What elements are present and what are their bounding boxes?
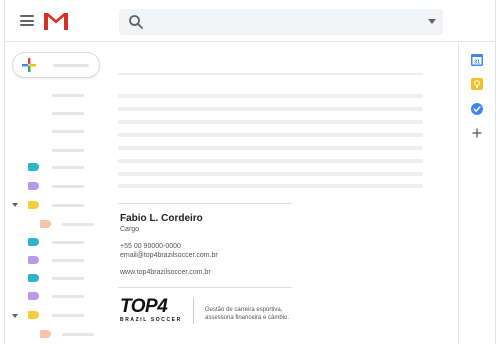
compose-button[interactable]	[12, 52, 100, 78]
sidebar-label-item[interactable]	[52, 166, 84, 169]
brand-tagline-line2: assessoria financeira e câmbio.	[205, 315, 290, 321]
sidebar-sublabel-item[interactable]	[62, 333, 94, 336]
brand-logo: TOP4 BRAZIL SOCCER	[120, 296, 182, 323]
label-tag-icon	[28, 256, 39, 264]
label-tag-icon	[40, 220, 51, 228]
sidebar-label-item[interactable]	[52, 314, 84, 317]
signature-name: Fabio L. Cordeiro	[120, 213, 203, 224]
search-options-dropdown-icon[interactable]	[428, 19, 436, 24]
brand-logo-subtext: BRAZIL SOCCER	[120, 317, 182, 323]
calendar-day-number: 31	[474, 59, 480, 65]
tasks-icon[interactable]	[471, 103, 483, 115]
side-panel-divider	[458, 42, 459, 344]
sidebar-label-item[interactable]	[52, 241, 84, 244]
body-line-placeholder	[118, 94, 423, 98]
search-icon[interactable]	[128, 14, 144, 30]
sidebar-label-item[interactable]	[52, 204, 84, 207]
signature-title: Cargo	[120, 226, 140, 233]
sidebar-sublabel-item[interactable]	[62, 223, 94, 226]
sidebar-label-item[interactable]	[52, 295, 84, 298]
body-line-placeholder	[118, 184, 423, 188]
brand-tagline-line1: Gestão de carreira esportiva,	[205, 307, 283, 313]
brand-separator	[193, 298, 194, 324]
signature-divider-top	[118, 203, 292, 204]
body-line-placeholder	[118, 172, 423, 176]
signature-email[interactable]: email@top4brazilsoccer.com.br	[120, 252, 218, 259]
signature-phone: +55 00 90000-0000	[120, 243, 181, 250]
body-line-placeholder	[118, 146, 423, 150]
search-input[interactable]	[151, 13, 405, 33]
signature-website[interactable]: www.top4brazilsoccer.com.br	[120, 269, 211, 276]
label-tag-icon	[28, 274, 39, 282]
sidebar-item-1[interactable]	[52, 94, 84, 97]
sidebar-label-item[interactable]	[52, 277, 84, 280]
signature-divider-bottom	[118, 287, 292, 288]
sidebar-label-item[interactable]	[52, 185, 84, 188]
brand-logo-text: TOP4	[120, 296, 168, 317]
label-tag-icon	[28, 182, 39, 190]
label-tag-icon	[28, 238, 39, 246]
label-tag-icon	[28, 292, 39, 300]
subject-line-placeholder	[118, 73, 423, 75]
compose-plus-icon	[22, 58, 36, 72]
sidebar-item-3[interactable]	[52, 130, 84, 133]
gmail-logo-icon[interactable]	[44, 13, 68, 30]
expand-caret-icon[interactable]	[12, 203, 18, 207]
sidebar-item-2[interactable]	[52, 112, 84, 115]
expand-caret-icon[interactable]	[12, 314, 18, 318]
calendar-icon[interactable]: 31	[471, 54, 483, 66]
label-tag-icon	[28, 163, 39, 171]
compose-label-placeholder	[53, 64, 89, 67]
label-tag-icon	[40, 330, 51, 338]
menu-icon[interactable]	[20, 15, 34, 26]
label-tag-icon	[28, 201, 39, 209]
body-line-placeholder	[118, 159, 423, 163]
body-line-placeholder	[118, 133, 423, 137]
search-bar[interactable]	[119, 9, 443, 35]
label-tag-icon	[28, 311, 39, 319]
body-line-placeholder	[118, 120, 423, 124]
add-icon[interactable]	[471, 127, 483, 139]
keep-icon[interactable]	[471, 78, 483, 90]
sidebar-label-item[interactable]	[52, 259, 84, 262]
body-line-placeholder	[118, 107, 423, 111]
sidebar-item-4[interactable]	[52, 149, 84, 152]
brand-tagline: Gestão de carreira esportiva, assessoria…	[205, 306, 305, 322]
